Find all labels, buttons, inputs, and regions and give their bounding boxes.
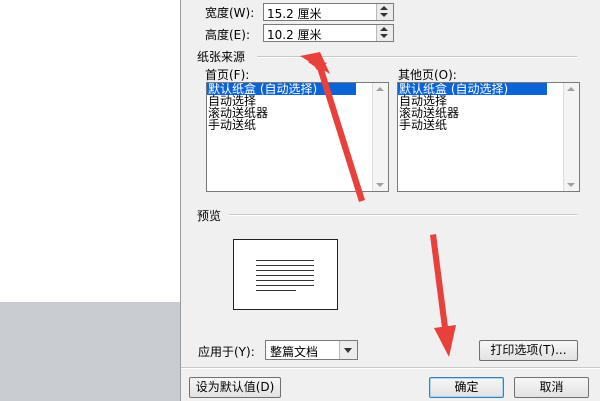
scroll-down-icon[interactable] — [376, 183, 384, 187]
spin-down-icon[interactable] — [380, 34, 388, 38]
width-value[interactable]: 15.2 厘米 — [267, 5, 322, 22]
page-setup-dialog: 宽度(W): 15.2 厘米 高度(E): 10.2 厘米 纸张来源 首页(F)… — [180, 0, 600, 401]
chevron-down-icon[interactable] — [344, 348, 352, 353]
scroll-down-icon[interactable] — [567, 183, 575, 187]
set-default-button[interactable]: 设为默认值(D) — [189, 377, 281, 398]
print-options-button[interactable]: 打印选项(T)... — [479, 340, 578, 361]
apply-to-select[interactable]: 整篇文档 — [265, 340, 358, 360]
scroll-up-icon[interactable] — [376, 87, 384, 91]
preview-title: 预览 — [197, 209, 222, 223]
preview-text-line — [256, 260, 314, 261]
paper-source-title: 纸张来源 — [197, 50, 246, 64]
spin-up-icon[interactable] — [380, 6, 388, 10]
first-page-scrollbar[interactable] — [372, 83, 388, 191]
preview-text-line — [256, 285, 314, 286]
width-spin-buttons[interactable] — [376, 4, 393, 20]
height-label: 高度(E): — [205, 28, 250, 42]
preview-text-line — [256, 265, 314, 266]
preview-text-line — [256, 270, 314, 271]
spin-up-icon[interactable] — [380, 27, 388, 31]
height-spinner[interactable]: 10.2 厘米 — [263, 24, 394, 42]
preview-text-line — [256, 275, 314, 276]
dropdown-button[interactable] — [339, 341, 357, 359]
width-label: 宽度(W): — [205, 6, 255, 20]
page-preview — [233, 239, 338, 310]
apply-to-label: 应用于(Y): — [198, 345, 255, 359]
spin-down-icon[interactable] — [380, 13, 388, 17]
first-page-label: 首页(F): — [205, 68, 250, 82]
apply-to-value[interactable]: 整篇文档 — [270, 343, 318, 360]
list-item[interactable]: 手动送纸 — [207, 119, 356, 131]
preview-divider — [229, 214, 577, 216]
width-spinner[interactable]: 15.2 厘米 — [263, 3, 394, 21]
bottom-divider — [181, 367, 600, 369]
preview-text-line — [256, 280, 314, 281]
height-value[interactable]: 10.2 厘米 — [267, 26, 322, 43]
other-pages-scrollbar[interactable] — [563, 83, 579, 191]
preview-text-line — [256, 290, 296, 291]
other-pages-listbox[interactable]: 默认纸盒 (自动选择) 自动选择 滚动送纸器 手动送纸 — [397, 82, 580, 192]
first-page-listbox[interactable]: 默认纸盒 (自动选择) 自动选择 滚动送纸器 手动送纸 — [206, 82, 389, 192]
other-pages-label: 其他页(O): — [398, 68, 457, 82]
ok-button[interactable]: 确定 — [429, 377, 504, 398]
cancel-button[interactable]: 取消 — [514, 377, 589, 398]
paper-source-divider — [257, 56, 577, 58]
scroll-up-icon[interactable] — [567, 87, 575, 91]
document-page — [0, 0, 180, 302]
height-spin-buttons[interactable] — [376, 25, 393, 41]
list-item[interactable]: 手动送纸 — [398, 119, 547, 131]
